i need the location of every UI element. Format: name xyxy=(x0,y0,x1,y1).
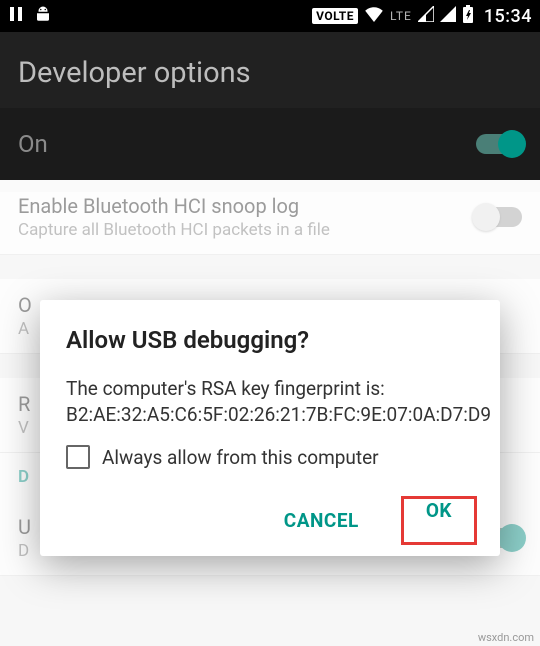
clock: 15:34 xyxy=(484,6,532,27)
lte-label: LTE xyxy=(390,9,412,23)
usb-debugging-dialog: Allow USB debugging? The computer's RSA … xyxy=(40,300,500,556)
android-icon xyxy=(34,5,52,28)
master-switch[interactable] xyxy=(476,134,522,154)
developer-options-master[interactable]: On xyxy=(0,108,540,180)
dialog-body: The computer's RSA key fingerprint is: B… xyxy=(66,376,474,427)
battery-charging-icon xyxy=(462,5,474,28)
dialog-title: Allow USB debugging? xyxy=(66,326,474,354)
signal-icon-2 xyxy=(440,6,456,27)
wifi-icon xyxy=(364,6,384,27)
always-allow-row[interactable]: Always allow from this computer xyxy=(66,445,474,469)
watermark: wsxdn.com xyxy=(478,631,534,644)
pause-icon xyxy=(8,6,24,27)
volte-badge: VOLTE xyxy=(312,8,358,24)
page-title: Developer options xyxy=(0,32,540,108)
cancel-button[interactable]: CANCEL xyxy=(270,499,373,542)
master-label: On xyxy=(18,130,48,158)
checkbox-icon[interactable] xyxy=(66,445,90,469)
signal-icon xyxy=(418,6,434,27)
ok-button[interactable]: OK xyxy=(404,489,474,532)
status-bar: VOLTE LTE 15:34 xyxy=(0,0,540,32)
ok-highlight: OK xyxy=(401,496,477,545)
checkbox-label: Always allow from this computer xyxy=(102,446,379,469)
